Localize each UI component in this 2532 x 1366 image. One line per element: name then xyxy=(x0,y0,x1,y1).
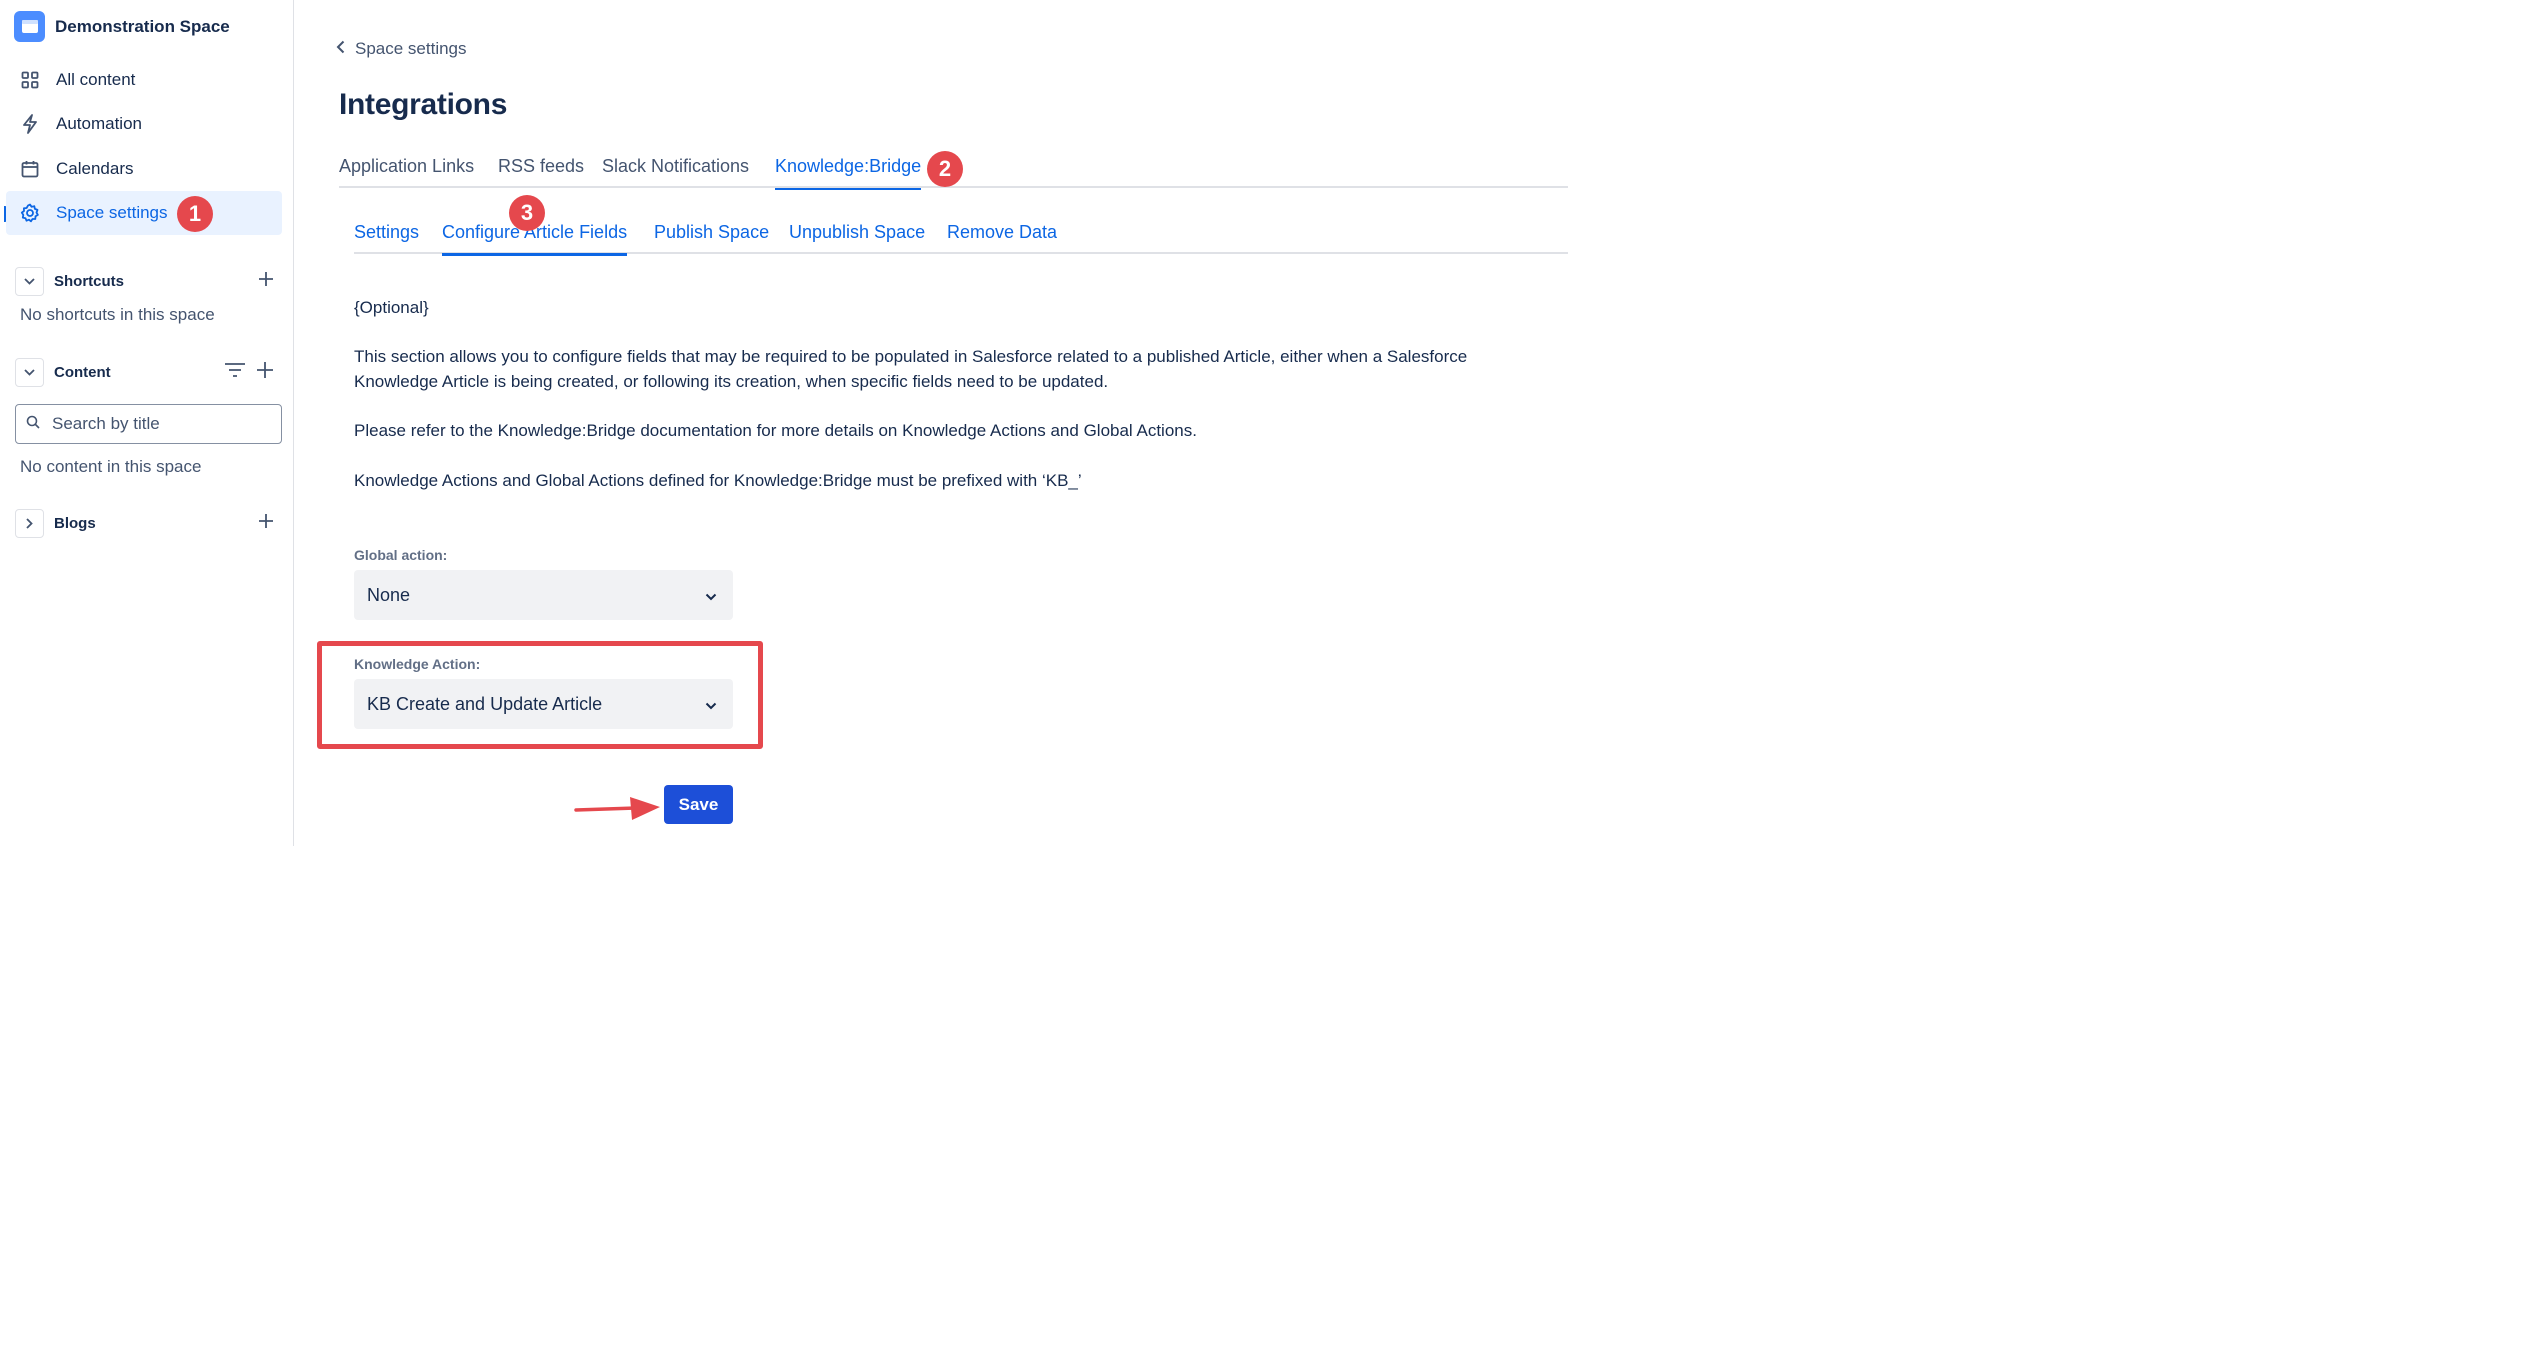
sidebar-item-label: Calendars xyxy=(56,159,134,178)
chevron-down-icon xyxy=(705,585,717,606)
sidebar-item-all-content[interactable]: All content xyxy=(6,58,282,102)
sidebar: Demonstration Space All content Automati… xyxy=(0,0,294,846)
description-line-1: This section allows you to configure fie… xyxy=(354,347,1468,366)
sidebar-item-space-settings[interactable]: Space settings xyxy=(6,191,282,235)
step-marker-1: 1 xyxy=(177,196,213,232)
blogs-toggle[interactable] xyxy=(15,508,44,538)
global-action-value: None xyxy=(367,584,411,605)
step-marker-2: 2 xyxy=(927,151,963,187)
subtab-settings[interactable]: Settings xyxy=(354,222,419,254)
search-icon xyxy=(26,415,40,434)
chevron-down-icon xyxy=(705,694,717,715)
content-toggle[interactable] xyxy=(15,357,44,387)
step-marker-3: 3 xyxy=(509,195,545,231)
add-blog-icon[interactable] xyxy=(258,513,274,534)
prefix-note: Knowledge Actions and Global Actions def… xyxy=(354,471,1082,490)
sidebar-item-label: Automation xyxy=(56,114,142,133)
chevron-down-icon xyxy=(24,368,35,376)
content-label: Content xyxy=(54,363,111,381)
shortcuts-label: Shortcuts xyxy=(54,272,125,290)
shortcuts-section-header: Shortcuts xyxy=(15,266,280,296)
calendar-icon xyxy=(20,159,40,179)
knowledge-action-value: KB Create and Update Article xyxy=(367,693,603,714)
filter-icon[interactable] xyxy=(224,362,246,383)
blogs-label: Blogs xyxy=(54,514,96,532)
subtab-publish-space[interactable]: Publish Space xyxy=(654,222,769,254)
space-name: Demonstration Space xyxy=(55,16,230,36)
add-shortcut-icon[interactable] xyxy=(258,271,274,292)
save-button[interactable]: Save xyxy=(664,785,733,824)
tab-application-links[interactable]: Application Links xyxy=(339,156,474,188)
description-line-2: Knowledge Article is being created, or f… xyxy=(354,372,1109,391)
sidebar-item-label: Space settings xyxy=(56,203,168,222)
back-to-space-settings-link[interactable]: Space settings xyxy=(336,39,467,59)
tab-knowledge-bridge[interactable]: Knowledge:Bridge xyxy=(775,156,922,190)
blogs-section-header: Blogs xyxy=(15,508,280,538)
lightning-icon xyxy=(20,114,40,134)
documentation-note: Please refer to the Knowledge:Bridge doc… xyxy=(354,421,1197,440)
knowledge-action-label: Knowledge Action: xyxy=(354,656,481,672)
global-action-select[interactable]: None xyxy=(354,570,733,620)
chevron-left-icon xyxy=(336,39,345,59)
back-link-label: Space settings xyxy=(355,39,467,58)
search-placeholder: Search by title xyxy=(52,414,160,433)
content-empty-text: No content in this space xyxy=(20,457,202,476)
content-section-header: Content xyxy=(15,357,280,387)
gear-icon xyxy=(20,203,40,223)
sidebar-item-calendars[interactable]: Calendars xyxy=(6,147,282,191)
tab-rss-feeds[interactable]: RSS feeds xyxy=(498,156,584,188)
arrow-right-icon xyxy=(574,797,660,820)
subtab-unpublish-space[interactable]: Unpublish Space xyxy=(789,222,925,254)
add-content-icon[interactable] xyxy=(256,361,274,384)
space-logo-icon xyxy=(14,11,45,42)
chevron-down-icon xyxy=(24,277,35,285)
optional-text: {Optional} xyxy=(354,298,429,317)
space-header[interactable]: Demonstration Space xyxy=(14,11,230,42)
sidebar-item-label: All content xyxy=(56,70,136,89)
shortcuts-toggle[interactable] xyxy=(15,266,44,296)
tab-slack-notifications[interactable]: Slack Notifications xyxy=(602,156,749,188)
shortcuts-empty-text: No shortcuts in this space xyxy=(20,305,215,324)
knowledge-action-select[interactable]: KB Create and Update Article xyxy=(354,679,733,729)
chevron-right-icon xyxy=(26,517,33,529)
search-input[interactable]: Search by title xyxy=(15,404,282,444)
main-content: Space settings Integrations Application … xyxy=(294,0,1568,846)
global-action-label: Global action: xyxy=(354,547,448,563)
subtab-remove-data[interactable]: Remove Data xyxy=(947,222,1057,254)
grid-icon xyxy=(20,70,40,90)
sidebar-item-automation[interactable]: Automation xyxy=(6,102,282,146)
page-title: Integrations xyxy=(339,88,508,121)
